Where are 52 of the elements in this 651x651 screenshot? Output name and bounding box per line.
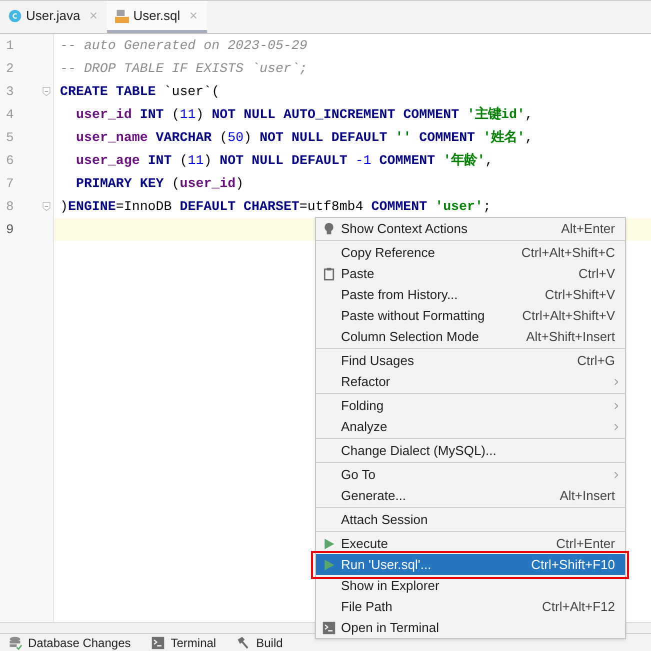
file-tab[interactable]: User.java bbox=[0, 1, 108, 33]
menu-item[interactable]: Go To bbox=[316, 464, 625, 485]
sql-file-icon bbox=[115, 8, 130, 22]
menu-item[interactable]: Generate... Alt+Insert bbox=[316, 485, 625, 506]
code-line: user_age INT (11) NOT NULL DEFAULT -1 COMMENT '年龄', bbox=[75, 152, 494, 170]
line-number: 8 bbox=[6, 198, 14, 216]
menu-item[interactable]: Show in Explorer bbox=[316, 575, 625, 596]
menu-item[interactable]: Paste Ctrl+V bbox=[316, 263, 625, 284]
menu-item[interactable]: Attach Session bbox=[316, 509, 625, 530]
light-bulb-icon bbox=[322, 222, 336, 236]
menu-item[interactable]: Show Context Actions Alt+Enter bbox=[316, 218, 625, 239]
tool-window-tab[interactable]: Terminal bbox=[150, 634, 216, 651]
hammer-icon bbox=[236, 636, 250, 650]
code-line: user_name VARCHAR (50) NOT NULL DEFAULT '' COMMENT '姓名', bbox=[75, 128, 534, 147]
menu-item[interactable]: Change Dialect (MySQL)... bbox=[316, 440, 625, 461]
close-icon bbox=[188, 10, 200, 21]
menu-item[interactable]: File Path Ctrl+Alt+F12 bbox=[316, 596, 625, 617]
code-line: PRIMARY KEY (user_id) bbox=[75, 174, 245, 193]
menu-item[interactable]: Refactor bbox=[316, 371, 625, 392]
code-line: -- auto Generated on 2023-05-29 bbox=[59, 36, 308, 55]
menu-item[interactable]: Copy Reference Ctrl+Alt+Shift+C bbox=[316, 242, 625, 263]
tool-window-tab[interactable]: Build bbox=[236, 634, 283, 651]
line-number: 5 bbox=[6, 128, 14, 147]
menu-item[interactable]: Paste without Formatting Ctrl+Alt+Shift+V bbox=[316, 305, 625, 326]
line-number: 2 bbox=[6, 60, 14, 78]
menu-item[interactable]: Analyze bbox=[316, 416, 625, 437]
code-line: user_id INT (11) NOT NULL AUTO_INCREMENT COMMENT '主键id', bbox=[75, 105, 534, 124]
menu-item[interactable]: Paste from History... Ctrl+Shift+V bbox=[316, 284, 625, 305]
menu-item[interactable]: Find Usages Ctrl+G bbox=[316, 350, 625, 371]
line-number: 3 bbox=[6, 82, 14, 101]
close-icon bbox=[88, 10, 100, 21]
tool-window-tab[interactable]: Database Changes bbox=[8, 634, 131, 651]
terminal-icon bbox=[150, 636, 165, 650]
database-icon bbox=[8, 636, 22, 650]
code-line: )ENGINE=InnoDB DEFAULT CHARSET=utf8mb4 COMMENT 'user'; bbox=[59, 198, 492, 216]
terminal-icon bbox=[322, 620, 336, 634]
code-line: CREATE TABLE `user`( bbox=[59, 82, 221, 101]
line-number: 7 bbox=[6, 174, 14, 193]
line-number: 9 bbox=[6, 220, 14, 239]
menu-item[interactable]: Column Selection Mode Alt+Shift+Insert bbox=[316, 326, 625, 347]
line-number: 1 bbox=[6, 36, 14, 55]
file-tab[interactable]: User.sql bbox=[107, 1, 208, 33]
play-icon bbox=[322, 558, 336, 572]
line-number: 4 bbox=[6, 106, 14, 124]
menu-item[interactable]: Folding bbox=[316, 395, 625, 416]
class-icon bbox=[8, 8, 22, 22]
play-icon bbox=[322, 536, 336, 550]
line-number: 6 bbox=[6, 152, 14, 170]
clipboard-icon bbox=[322, 266, 336, 280]
code-line: -- DROP TABLE IF EXISTS `user`; bbox=[59, 60, 308, 78]
menu-item[interactable]: Open in Terminal bbox=[316, 617, 625, 638]
menu-item[interactable]: Execute Ctrl+Enter bbox=[316, 533, 625, 554]
